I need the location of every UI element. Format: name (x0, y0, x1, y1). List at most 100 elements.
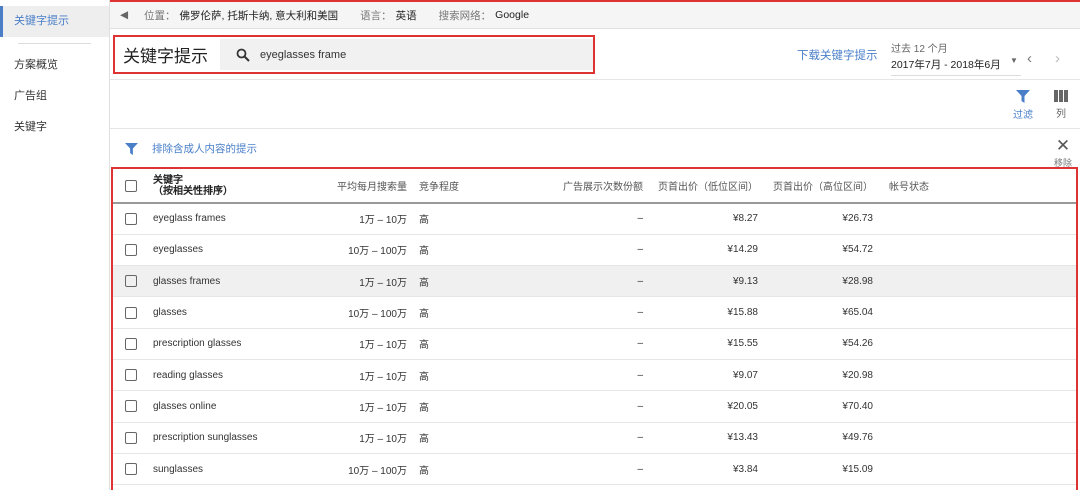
search-icon (236, 48, 250, 62)
exclude-adult-filter-chip[interactable]: 排除含成人内容的提示 (125, 141, 257, 156)
header-bid-high[interactable]: 页首出价（高位区间） (758, 169, 873, 204)
collapse-arrow-icon[interactable]: ◀ (120, 9, 130, 21)
volume-cell: 10万 – 100万 (303, 453, 413, 486)
competition-cell: 高 (413, 453, 513, 486)
search-value: eyeglasses frame (260, 48, 347, 61)
impression-share-cell: – (513, 422, 643, 454)
sidebar: 关键字提示 方案概览 广告组 关键字 (0, 0, 110, 490)
status-cell (873, 203, 1076, 235)
keyword-cell: eyeglass frames (153, 203, 303, 235)
columns-label: 列 (1056, 109, 1066, 120)
keyword-cell: glasses online (153, 390, 303, 423)
row-checkbox[interactable] (125, 431, 137, 444)
table-row[interactable]: sunglasses 10万 – 100万 高 – ¥3.84 ¥15.09 (113, 453, 1076, 486)
range-value: 2017年7月 - 2018年6月 (891, 59, 1001, 71)
language-label: 语言： (360, 9, 392, 22)
header-bid-low[interactable]: 页首出价（低位区间） (643, 169, 758, 204)
table-row[interactable]: prescription sunglasses 1万 – 10万 高 – ¥13… (113, 422, 1076, 454)
header-keyword[interactable]: 关键字 （按相关性排序） (153, 169, 303, 204)
sidebar-item-plan-overview[interactable]: 方案概览 (0, 50, 109, 81)
keyword-cell: sunglasses (153, 453, 303, 486)
header-account-status[interactable]: 帐号状态 (873, 169, 1076, 204)
impression-share-cell: – (513, 359, 643, 392)
bid-low-cell: ¥15.88 (643, 296, 758, 329)
bid-low-cell: ¥14.29 (643, 234, 758, 267)
close-icon: ✕ (1055, 136, 1071, 155)
row-checkbox[interactable] (125, 212, 137, 225)
impression-share-cell: – (513, 296, 643, 329)
columns-button[interactable]: 列 (1054, 90, 1068, 120)
row-checkbox[interactable] (125, 275, 137, 288)
sidebar-item-keywords[interactable]: 关键字 (0, 112, 109, 143)
table-row[interactable]: reading glasses 1万 – 10万 高 – ¥9.07 ¥20.9… (113, 359, 1076, 392)
sidebar-item-keyword-ideas[interactable]: 关键字提示 (0, 6, 109, 37)
keyword-table-highlight: 关键字 （按相关性排序） 平均每月搜索量 竞争程度 广告展示次数份额 页首出价（低… (111, 167, 1078, 490)
bid-low-cell: ¥13.43 (643, 422, 758, 454)
header-volume[interactable]: 平均每月搜索量 (303, 169, 413, 204)
bid-high-cell: ¥70.40 (758, 390, 873, 423)
row-checkbox[interactable] (125, 369, 137, 382)
targeting-bar: ◀ 位置： 佛罗伦萨, 托斯卡纳, 意大利和美国 语言： 英语 搜索网络： Go… (110, 2, 1080, 29)
bid-low-cell: ¥8.27 (643, 203, 758, 235)
table-row[interactable]: eyeglasses 10万 – 100万 高 – ¥14.29 ¥54.72 (113, 234, 1076, 267)
status-cell (873, 234, 1076, 267)
row-checkbox[interactable] (125, 243, 137, 256)
volume-cell: 1万 – 10万 (303, 265, 413, 298)
table-row[interactable]: prescription glasses 1万 – 10万 高 – ¥15.55… (113, 328, 1076, 360)
header-impression-share[interactable]: 广告展示次数份额 (513, 169, 643, 204)
filter-button[interactable]: 过滤 (1013, 90, 1033, 121)
download-keyword-ideas-link[interactable]: 下载关键字提示 (797, 47, 878, 63)
columns-icon (1054, 90, 1068, 102)
bid-high-cell: ¥49.76 (758, 422, 873, 454)
bid-high-cell: ¥20.98 (758, 359, 873, 392)
keyword-cell: prescription glasses (153, 328, 303, 360)
competition-cell: 高 (413, 328, 513, 360)
competition-cell: 高 (413, 296, 513, 329)
keyword-cell: glasses frames (153, 265, 303, 298)
prev-range-icon[interactable]: ‹ (1027, 50, 1032, 67)
sidebar-divider (18, 43, 91, 44)
volume-cell: 1万 – 10万 (303, 390, 413, 423)
header-competition[interactable]: 竞争程度 (413, 169, 513, 204)
volume-cell: 1万 – 10万 (303, 328, 413, 360)
divider (110, 79, 1080, 80)
row-checkbox[interactable] (125, 400, 137, 413)
impression-share-cell: – (513, 265, 643, 298)
bid-high-cell: ¥54.26 (758, 328, 873, 360)
date-range-select[interactable]: 过去 12 个月 2017年7月 - 2018年6月 (891, 40, 1021, 76)
next-range-icon[interactable]: › (1055, 50, 1060, 67)
language-value[interactable]: 英语 (396, 8, 417, 23)
table-header: 关键字 （按相关性排序） 平均每月搜索量 竞争程度 广告展示次数份额 页首出价（低… (113, 169, 1076, 204)
table-row[interactable]: glasses frames 1万 – 10万 高 – ¥9.13 ¥28.98 (113, 265, 1076, 298)
sidebar-item-ad-groups[interactable]: 广告组 (0, 81, 109, 112)
network-value[interactable]: Google (495, 9, 529, 21)
select-all-checkbox[interactable] (125, 179, 137, 192)
volume-cell: 1万 – 10万 (303, 359, 413, 392)
table-row[interactable]: glasses 10万 – 100万 高 – ¥15.88 ¥65.04 (113, 296, 1076, 329)
network-label: 搜索网络： (438, 9, 492, 22)
row-checkbox[interactable] (125, 306, 137, 319)
dropdown-arrow-icon[interactable]: ▼ (1010, 56, 1018, 65)
bid-low-cell: ¥20.05 (643, 390, 758, 423)
bid-high-cell: ¥54.72 (758, 234, 873, 267)
impression-share-cell: – (513, 328, 643, 360)
search-input[interactable]: eyeglasses frame (220, 39, 593, 70)
bid-high-cell: ¥65.04 (758, 296, 873, 329)
remove-filter-button[interactable]: ✕ 移除 (1054, 136, 1072, 169)
bid-low-cell: ¥15.55 (643, 328, 758, 360)
row-checkbox[interactable] (125, 337, 137, 350)
exclude-label: 排除含成人内容的提示 (152, 143, 257, 155)
status-cell (873, 390, 1076, 423)
table-row[interactable]: glasses online 1万 – 10万 高 – ¥20.05 ¥70.4… (113, 390, 1076, 423)
divider (110, 128, 1080, 129)
row-checkbox[interactable] (125, 463, 137, 476)
filter-icon (125, 142, 138, 155)
competition-cell: 高 (413, 422, 513, 454)
impression-share-cell: – (513, 234, 643, 267)
status-cell (873, 422, 1076, 454)
table-row[interactable]: eyeglass frames 1万 – 10万 高 – ¥8.27 ¥26.7… (113, 203, 1076, 235)
competition-cell: 高 (413, 234, 513, 267)
volume-cell: 10万 – 100万 (303, 296, 413, 329)
title-search-highlight: 关键字提示 eyeglasses frame (113, 35, 595, 74)
location-value[interactable]: 佛罗伦萨, 托斯卡纳, 意大利和美国 (180, 8, 339, 23)
